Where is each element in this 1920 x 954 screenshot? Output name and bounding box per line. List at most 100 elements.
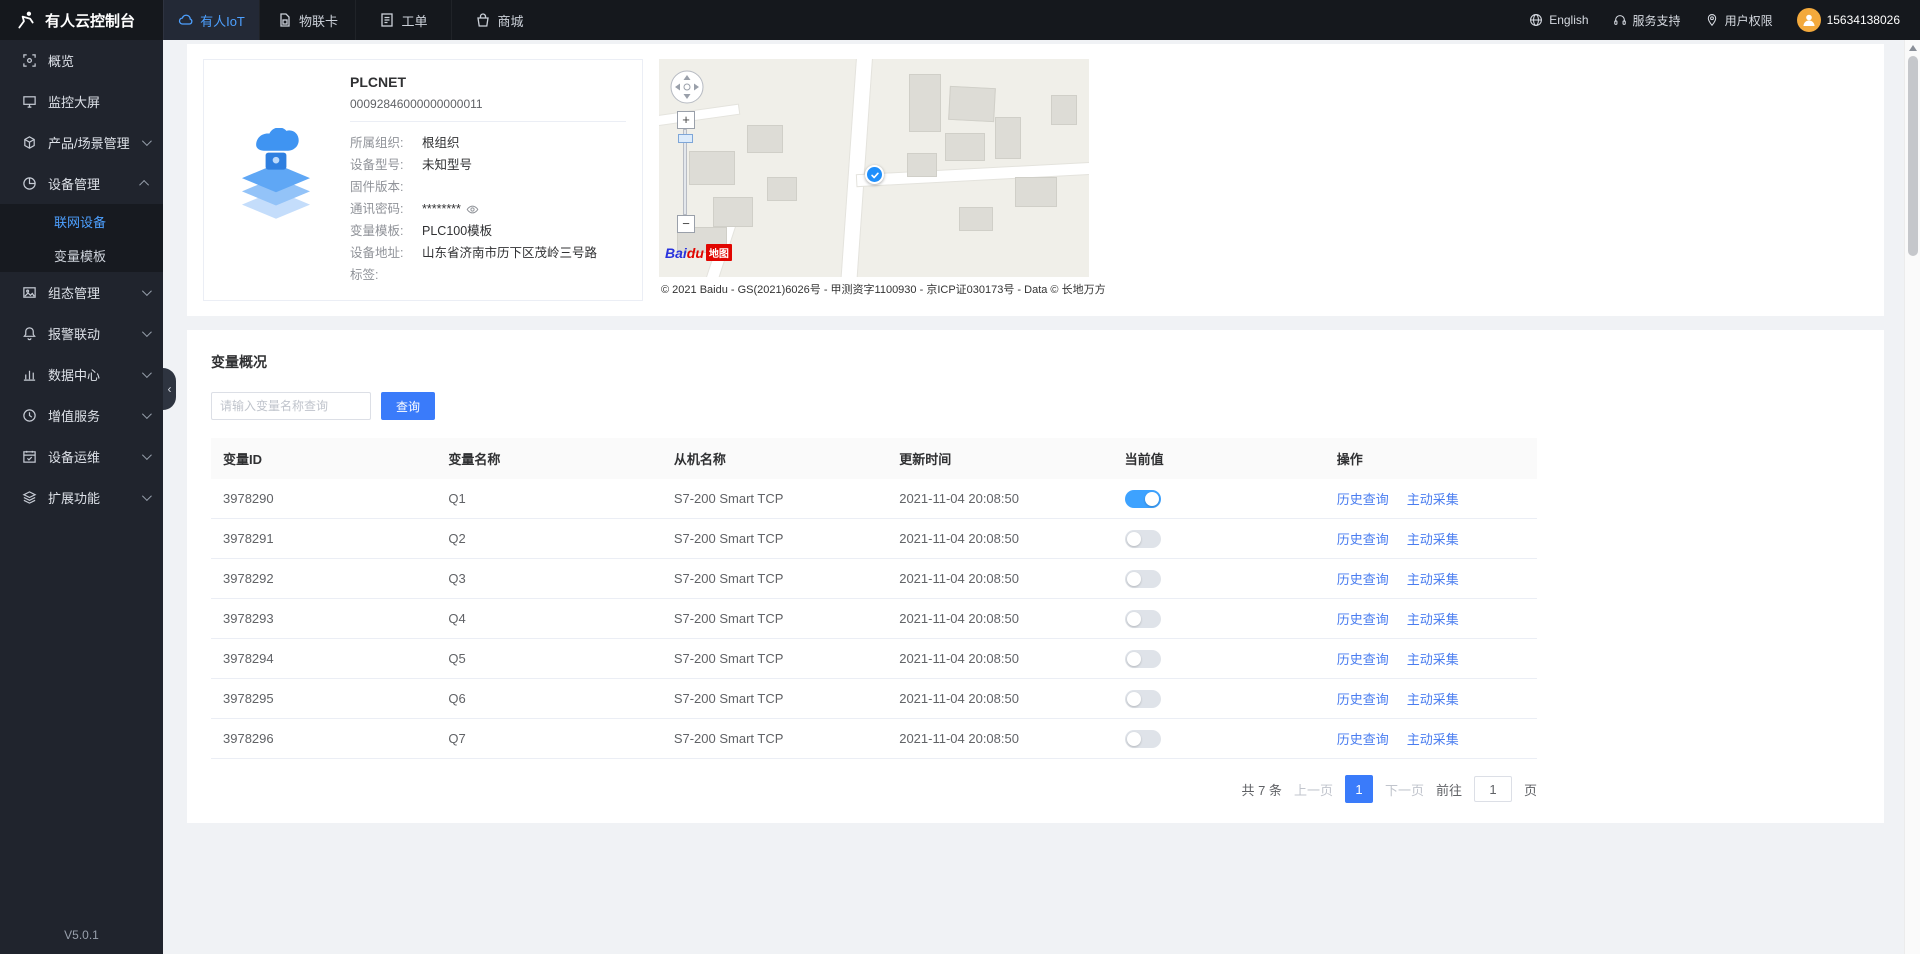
page-number-1[interactable]: 1 [1344,775,1373,803]
sidebar-item-networked-devices[interactable]: 联网设备 [0,204,163,238]
tab-label: 商城 [497,13,524,29]
cube-icon [22,135,37,150]
active-collect-link[interactable]: 主动采集 [1407,612,1459,627]
sidebar-collapse-handle[interactable]: ‹ [163,368,176,410]
device-location-marker[interactable] [865,165,884,184]
eye-icon[interactable] [466,203,479,216]
value-toggle[interactable] [1124,529,1161,548]
value-toggle[interactable] [1124,689,1161,708]
value-toggle[interactable] [1124,729,1161,748]
user-account[interactable]: 15634138026 [1796,8,1900,32]
field-label: 设备型号: [350,158,404,172]
language-switch[interactable]: English [1529,13,1589,27]
version-label: V5.0.1 [64,928,99,942]
history-query-link[interactable]: 历史查询 [1337,612,1389,627]
device-field-row: 固件版本: [350,176,626,198]
pagination: 共 7 条 上一页 1 下一页 前往 页 [211,775,1537,803]
history-query-link[interactable]: 历史查询 [1337,652,1389,667]
sidebar-item-value-added-services[interactable]: 增值服务 [0,395,163,436]
cell-actions: 历史查询 主动采集 [1324,638,1537,679]
active-collect-link[interactable]: 主动采集 [1407,532,1459,547]
topbar-right: English 服务支持 用户权限 15634138026 [1529,0,1920,40]
sidebar-item-device-operations[interactable]: 设备运维 [0,436,163,477]
sidebar-item-variable-template[interactable]: 变量模板 [0,238,163,272]
sidebar-item-overview[interactable]: 概览 [0,40,163,81]
cell-name: Q2 [436,518,662,559]
device-id: 00092846000000000011 [350,97,483,111]
value-toggle[interactable] [1124,489,1161,508]
map-canvas[interactable]: + − Bai du 地图 [659,59,1089,277]
page-jump-input[interactable] [1473,776,1512,802]
history-query-link[interactable]: 历史查询 [1337,492,1389,507]
tab-work-order[interactable]: 工单 [355,0,451,40]
next-page-button[interactable]: 下一页 [1385,780,1424,799]
zoom-handle[interactable] [678,134,693,143]
active-collect-link[interactable]: 主动采集 [1407,732,1459,747]
service-support[interactable]: 服务支持 [1613,12,1681,29]
active-collect-link[interactable]: 主动采集 [1407,692,1459,707]
avatar[interactable] [1796,8,1821,32]
user-permission[interactable]: 用户权限 [1705,12,1773,29]
prev-page-button[interactable]: 上一页 [1294,780,1333,799]
sidebar-item-configuration[interactable]: 组态管理 [0,272,163,313]
active-collect-link[interactable]: 主动采集 [1407,572,1459,587]
active-collect-link[interactable]: 主动采集 [1407,652,1459,667]
sidebar-item-data-center[interactable]: 数据中心 [0,354,163,395]
headset-icon [1613,13,1627,27]
history-query-link[interactable]: 历史查询 [1337,532,1389,547]
cell-actions: 历史查询 主动采集 [1324,479,1537,519]
table-row: 3978295 Q6 S7-200 Smart TCP 2021-11-04 2… [211,678,1537,719]
history-query-link[interactable]: 历史查询 [1337,572,1389,587]
device-field-row: 所属组织: 根组织 [350,132,626,154]
chevron-down-icon [141,368,152,379]
cell-name: Q4 [436,598,662,639]
cell-id: 3978294 [211,638,437,679]
chevron-up-icon [139,179,150,190]
cell-time: 2021-11-04 20:08:50 [887,518,1113,559]
sidebar-item-alarm-linkage[interactable]: 报警联动 [0,313,163,354]
map-pan-control[interactable] [669,69,705,110]
sidebar-item-monitor-screen[interactable]: 监控大屏 [0,81,163,122]
cell-id: 3978295 [211,678,437,719]
vertical-scrollbar[interactable] [1904,40,1920,954]
search-button[interactable]: 查询 [381,392,436,420]
zoom-out-button[interactable]: − [677,215,695,233]
tab-youren-iot[interactable]: 有人IoT [163,0,259,40]
device-field-row: 变量模板: PLC100模板 [350,220,626,242]
value-toggle[interactable] [1124,609,1161,628]
tab-label: 工单 [401,13,428,29]
tab-mall[interactable]: 商城 [451,0,547,40]
history-query-link[interactable]: 历史查询 [1337,732,1389,747]
table-row: 3978296 Q7 S7-200 Smart TCP 2021-11-04 2… [211,718,1537,759]
value-toggle[interactable] [1124,569,1161,588]
value-toggle[interactable] [1124,649,1161,668]
tab-label: 物联卡 [298,13,338,29]
variable-search-input[interactable] [211,392,371,420]
zoom-in-button[interactable]: + [677,111,695,129]
tab-label: 有人IoT [200,13,245,29]
sidebar-item-label: 设备运维 [48,450,101,465]
field-value: 根组织 [422,136,460,150]
history-query-link[interactable]: 历史查询 [1337,692,1389,707]
map-building [995,117,1021,159]
tab-iot-card[interactable]: 物联卡 [259,0,355,40]
map-building [713,197,753,227]
sidebar-item-extended-functions[interactable]: 扩展功能 [0,477,163,518]
cell-actions: 历史查询 主动采集 [1324,518,1537,559]
table-row: 3978293 Q4 S7-200 Smart TCP 2021-11-04 2… [211,598,1537,639]
cell-value [1112,718,1325,759]
cell-value [1112,678,1325,719]
scroll-up-arrow-icon[interactable] [1909,45,1917,51]
sidebar-item-product-scene[interactable]: 产品/场景管理 [0,122,163,163]
zoom-slider[interactable] [677,129,695,215]
cell-slave: S7-200 Smart TCP [661,479,888,519]
sidebar-item-device-management[interactable]: 设备管理 [0,163,163,204]
active-collect-link[interactable]: 主动采集 [1407,492,1459,507]
scrollbar-thumb[interactable] [1908,56,1918,256]
cell-name: Q6 [436,678,662,719]
sidebar-subitem-label: 联网设备 [54,214,107,230]
baidu-logo-text: Bai [665,244,687,261]
device-field-row: 通讯密码: ******** [350,198,626,220]
chevron-down-icon [141,136,152,147]
cell-value [1112,558,1325,599]
